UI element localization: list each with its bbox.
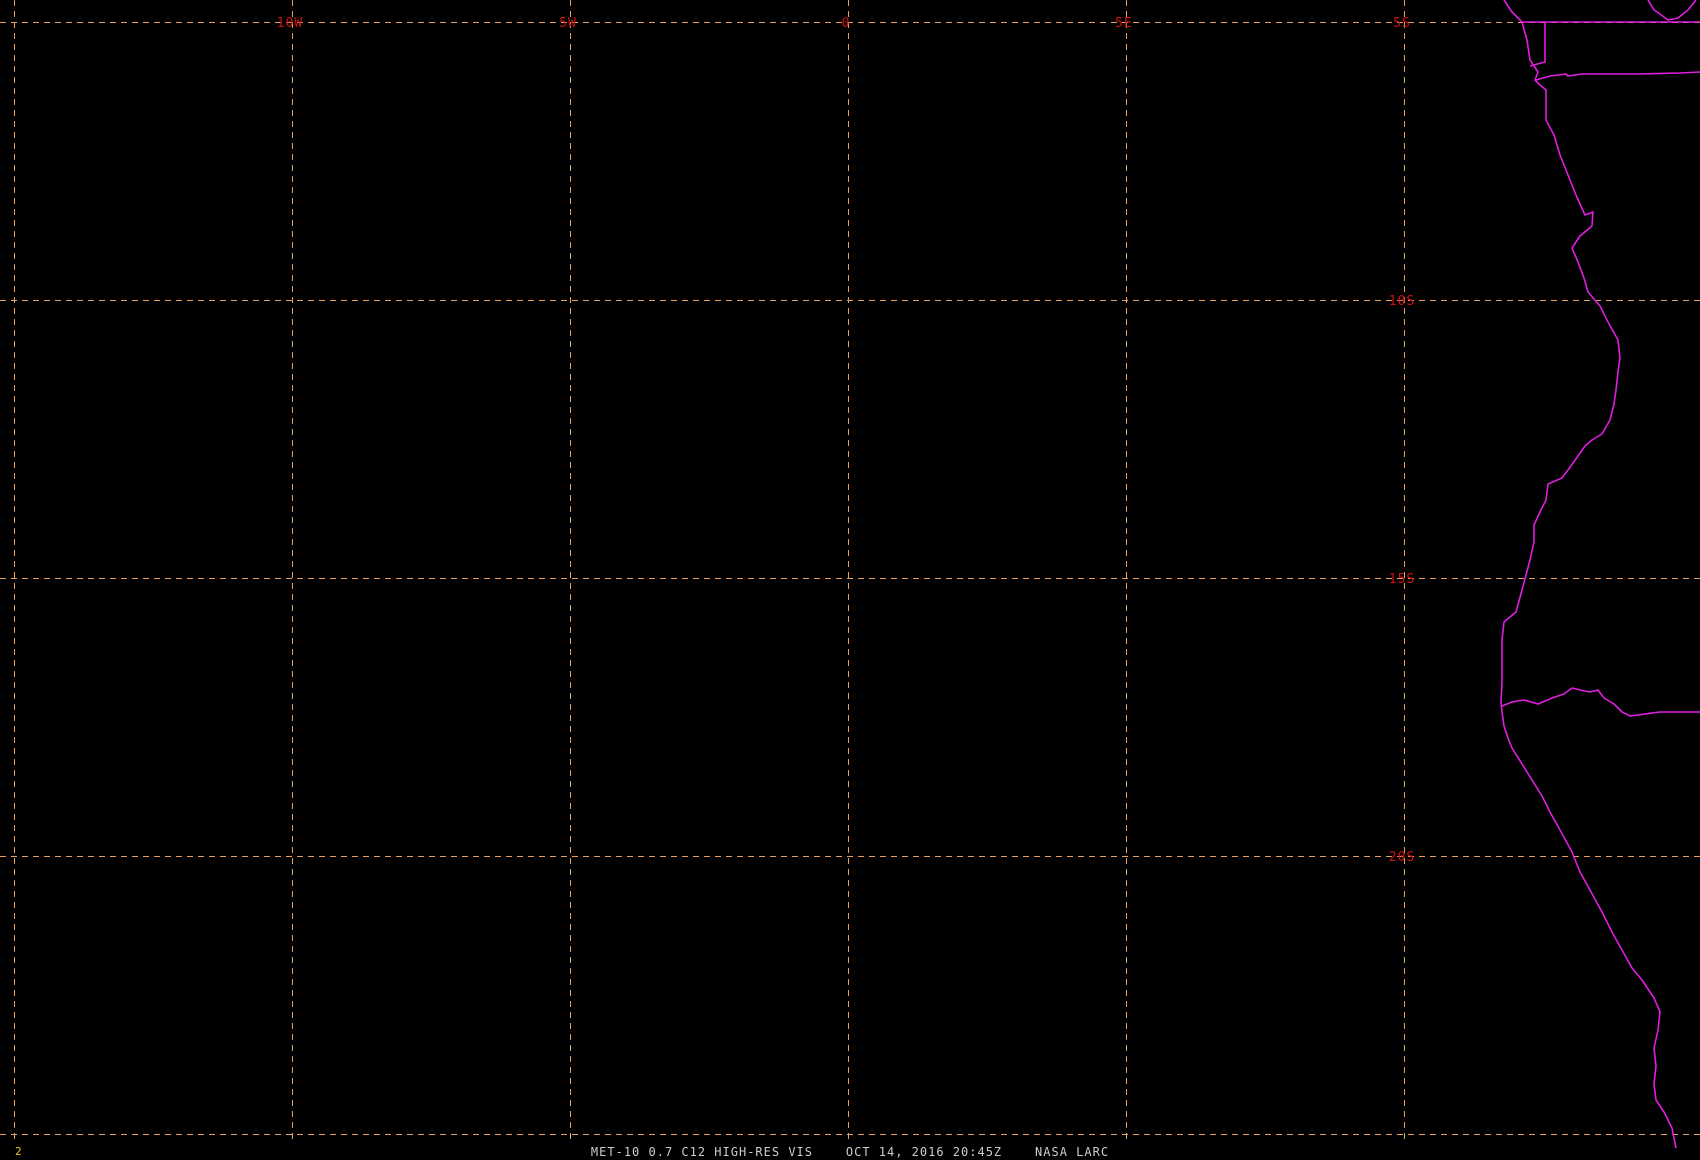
longitude-label: 5W bbox=[559, 16, 577, 31]
map-canvas: 10W 5W 0 5E 5S 10S 15S 20S bbox=[0, 0, 1700, 1160]
longitude-label: 5E bbox=[1115, 16, 1133, 31]
longitude-label: 0 bbox=[842, 16, 851, 31]
satellite-map: 10W 5W 0 5E 5S 10S 15S 20S 2 MET-10 0.7 C12 HIG… bbox=[0, 0, 1700, 1160]
latitude-label: 20S bbox=[1389, 850, 1415, 865]
map-background bbox=[0, 0, 1700, 1160]
image-caption: MET-10 0.7 C12 HIGH-RES VIS OCT 14, 2016… bbox=[590, 1145, 1110, 1159]
latitude-label: 15S bbox=[1389, 572, 1415, 587]
longitude-label: 10W bbox=[277, 16, 303, 31]
latitude-label: 5S bbox=[1393, 16, 1411, 31]
latitude-label: 10S bbox=[1389, 294, 1415, 309]
